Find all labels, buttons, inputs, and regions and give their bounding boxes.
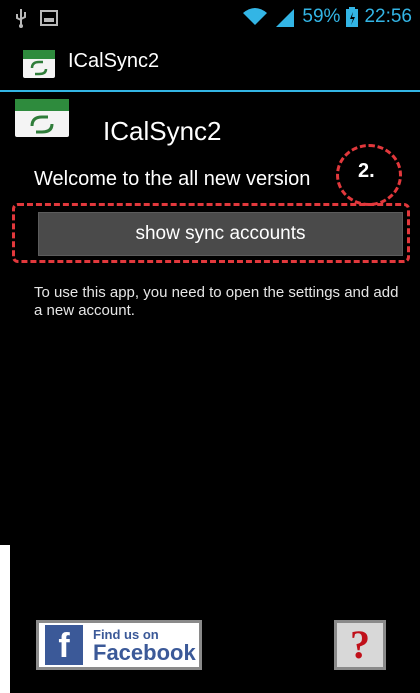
status-left (14, 8, 58, 28)
step-number: 2. (358, 160, 375, 182)
wifi-icon (243, 8, 268, 25)
facebook-name-label: Facebook (93, 639, 196, 665)
action-bar (0, 36, 420, 92)
ical-logo-icon (15, 99, 69, 137)
battery-percent: 59% (302, 6, 341, 27)
welcome-text: Welcome to the all new version (34, 168, 311, 190)
signal-icon (276, 9, 295, 27)
clock: 22:56 (364, 6, 412, 27)
phone-screen: 59% 22:56 ICalSync2 ICalSync2 Welcome to… (0, 0, 420, 693)
battery-icon (346, 7, 359, 27)
instructions-text: To use this app, you need to open the se… (34, 284, 399, 319)
usb-icon (16, 9, 26, 28)
ical-icon[interactable] (22, 49, 56, 79)
facebook-icon: f (45, 625, 83, 665)
help-button[interactable]: ? (334, 620, 386, 670)
facebook-button[interactable]: f Find us on Facebook (36, 620, 202, 670)
show-sync-accounts-button[interactable]: show sync accounts (38, 212, 403, 256)
help-icon: ? (350, 622, 370, 667)
image-icon (40, 10, 58, 26)
facebook-text: Find us on Facebook (93, 627, 196, 664)
app-title: ICalSync2 (103, 116, 222, 146)
status-bar: 59% 22:56 (0, 0, 420, 36)
action-bar-title: ICalSync2 (68, 50, 160, 72)
status-right: 59% 22:56 (242, 6, 412, 28)
edge-strip (0, 545, 10, 693)
